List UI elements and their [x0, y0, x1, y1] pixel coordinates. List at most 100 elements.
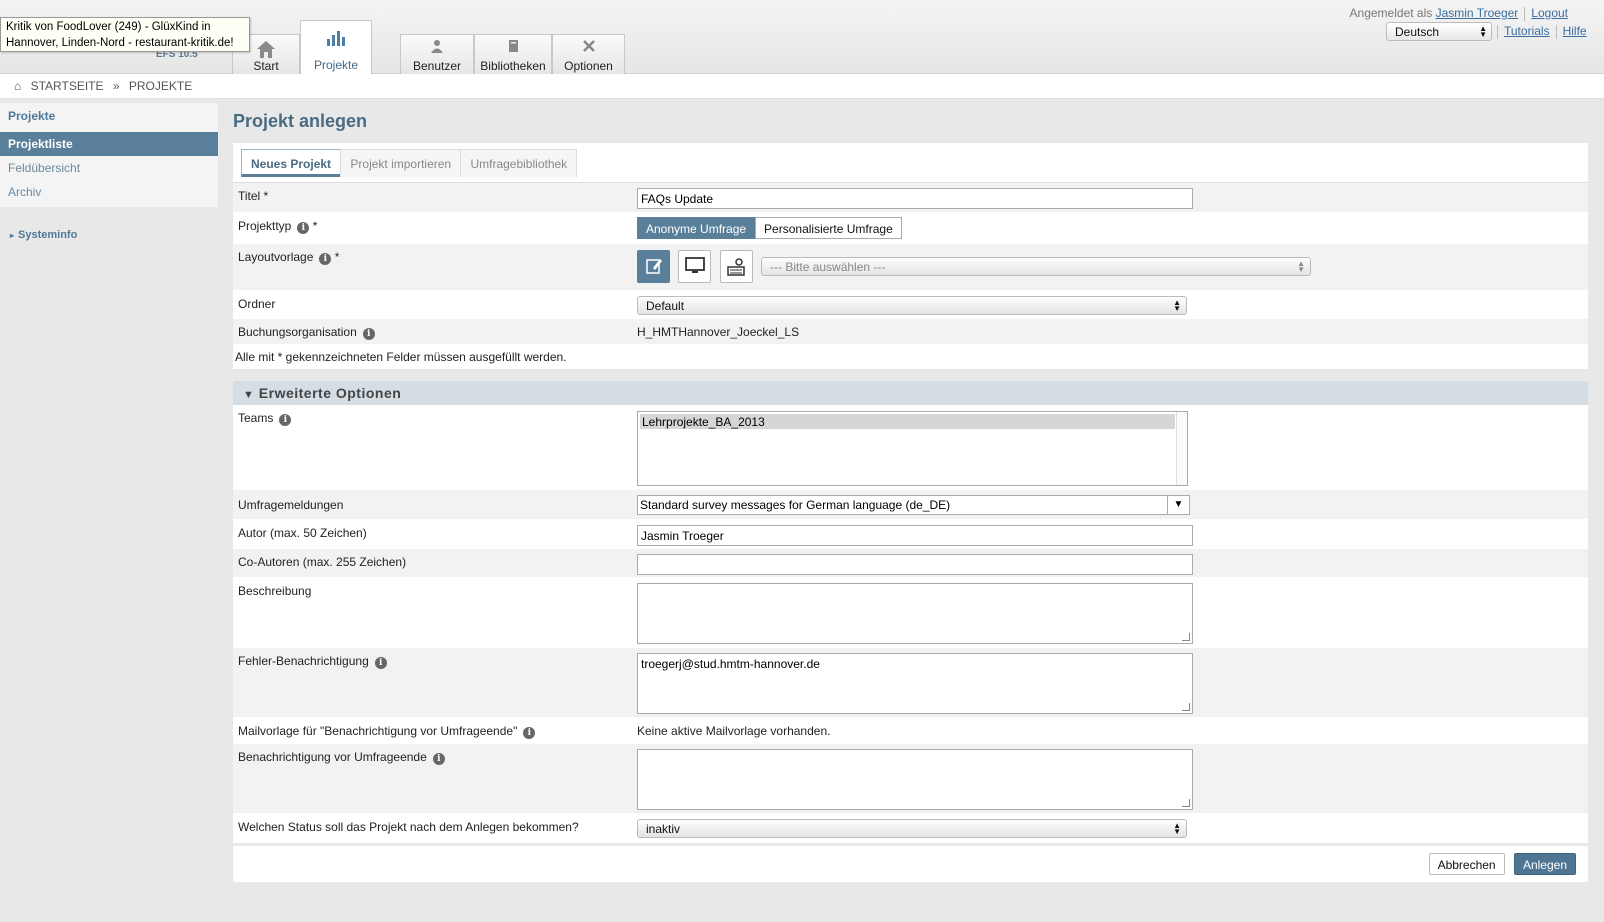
layout-select[interactable]: --- Bitte auswählen --- ▲ ▼ [761, 257, 1312, 276]
browser-tooltip: Kritik von FoodLover (249) - GlüxKind in… [0, 17, 250, 52]
row-fehler: Fehler-Benachrichtigung i troegerj@stud.h… [233, 648, 1588, 718]
titel-label: Titel * [238, 189, 269, 203]
info-icon[interactable]: i [523, 727, 536, 739]
main-content: Projekt anlegen Neues Projekt Projekt im… [233, 103, 1588, 882]
tab-umfragebibliothek[interactable]: Umfragebibliothek [460, 149, 578, 177]
benachr-textarea[interactable] [637, 749, 1193, 810]
nav-tab-start-label: Start [253, 59, 279, 73]
nav-tab-projekte[interactable]: Projekte [300, 20, 372, 75]
status-value: inaktiv [646, 822, 681, 836]
sidebar-heading[interactable]: Projekte [0, 103, 218, 132]
systeminfo-label: Systeminfo [18, 229, 78, 241]
row-status: Welchen Status soll das Projekt nach dem… [233, 814, 1588, 843]
row-benachrichtigung: Benachrichtigung vor Umfrageende i [233, 744, 1588, 814]
ordner-value: Default [646, 299, 685, 313]
top-header: Kritik von FoodLover (249) - GlüxKind in… [0, 0, 1604, 75]
chevron-down-icon: ▼ [1167, 496, 1189, 514]
chevron-right-icon: ▸ [10, 231, 15, 240]
language-value: Deutsch [1395, 25, 1440, 39]
bar-chart-icon [301, 21, 371, 58]
tab-projekt-importieren[interactable]: Projekt importieren [340, 149, 462, 177]
breadcrumb-separator: » [112, 79, 120, 93]
sidebar-item-projektliste[interactable]: Projektliste [0, 132, 218, 156]
nav-tab-projekte-label: Projekte [313, 58, 359, 72]
ordner-select[interactable]: Default ▲ ▼ [637, 296, 1187, 315]
home-icon: ⌂ [14, 79, 22, 93]
info-icon[interactable]: i [319, 253, 332, 265]
projekttyp-toggle: Anonyme Umfrage Personalisierte Umfrage [637, 217, 902, 239]
info-icon[interactable]: i [362, 328, 375, 340]
project-tabs: Neues Projekt Projekt importieren Umfrag… [233, 143, 1588, 183]
beschreibung-label: Beschreibung [238, 584, 312, 598]
breadcrumb-home[interactable]: STARTSEITE [31, 79, 104, 93]
resize-grip-icon[interactable] [1182, 799, 1190, 807]
titel-input[interactable]: FAQs Update [637, 188, 1193, 209]
info-icon[interactable]: i [297, 222, 310, 234]
sidebar-item-felduebersicht[interactable]: Feldübersicht [0, 156, 218, 180]
resize-grip-icon[interactable] [1182, 703, 1190, 711]
row-beschreibung: Beschreibung [233, 578, 1588, 648]
mailvorlage-label: Mailvorlage für "Benachrichtigung vor Um… [238, 724, 536, 739]
cancel-button[interactable]: Abbrechen [1428, 853, 1505, 875]
language-select[interactable]: Deutsch ▲ ▼ [1386, 22, 1492, 41]
row-autor: Autor (max. 50 Zeichen) Jasmin Troeger [233, 520, 1588, 549]
library-icon [475, 35, 551, 59]
umfrage-value: Standard survey messages for German lang… [640, 498, 951, 512]
beschreibung-textarea[interactable] [637, 583, 1193, 644]
teams-option-selected[interactable]: Lehrprojekte_BA_2013 [640, 414, 1175, 429]
advanced-options-title: Erweiterte Optionen [258, 385, 402, 401]
tutorials-link[interactable]: Tutorials [1504, 24, 1550, 38]
projekttyp-anonym[interactable]: Anonyme Umfrage [637, 217, 756, 239]
nav-tab-optionen[interactable]: Optionen [552, 34, 625, 74]
fehler-label: Fehler-Benachrichtigung i [238, 654, 387, 669]
nav-tab-bibliotheken-label: Bibliotheken [480, 59, 546, 73]
layout-desktop-icon[interactable] [678, 250, 712, 283]
page-title: Projekt anlegen [233, 111, 368, 131]
sidebar: Projekte Projektliste Feldübersicht Arch… [0, 103, 218, 207]
row-titel: Titel * FAQs Update [233, 183, 1588, 213]
row-coautoren: Co-Autoren (max. 255 Zeichen) [233, 549, 1588, 578]
resize-grip-icon[interactable] [1182, 633, 1190, 641]
help-link[interactable]: Hilfe [1563, 24, 1587, 38]
projekttyp-label: Projekttyp i * [238, 219, 318, 234]
help-links: Tutorials Hilfe [1497, 24, 1587, 39]
row-mailvorlage: Mailvorlage für "Benachrichtigung vor Um… [233, 718, 1588, 744]
row-umfragemeldungen: Umfragemeldungen Standard survey message… [233, 490, 1588, 520]
teams-listbox[interactable]: Lehrprojekte_BA_2013 [637, 411, 1188, 486]
select-arrows-icon: ▲ ▼ [1479, 24, 1487, 39]
projekttyp-personalisiert[interactable]: Personalisierte Umfrage [755, 217, 902, 239]
autor-input[interactable]: Jasmin Troeger [637, 525, 1193, 546]
autor-label: Autor (max. 50 Zeichen) [238, 526, 367, 540]
sidebar-item-archiv[interactable]: Archiv [0, 180, 218, 204]
tools-icon [553, 35, 624, 59]
nav-tab-bibliotheken[interactable]: Bibliotheken [474, 34, 552, 74]
status-select[interactable]: inaktiv ▲ ▼ [637, 819, 1187, 838]
layout-controls: --- Bitte auswählen --- ▲ ▼ [637, 250, 1312, 283]
sidebar-systeminfo[interactable]: ▸ Systeminfo [10, 229, 77, 241]
fehler-value: troegerj@stud.hmtm-hannover.de [641, 657, 820, 671]
teams-label: Teams i [238, 411, 292, 426]
nav-tab-benutzer[interactable]: Benutzer [400, 34, 474, 74]
scrollbar[interactable] [1176, 412, 1187, 485]
fehler-textarea[interactable]: troegerj@stud.hmtm-hannover.de [637, 653, 1193, 714]
advanced-options-header[interactable]: ▼ Erweiterte Optionen [233, 381, 1588, 405]
tab-neues-projekt[interactable]: Neues Projekt [241, 149, 342, 177]
info-icon[interactable]: i [374, 657, 387, 669]
user-name-link[interactable]: Jasmin Troeger [1436, 6, 1519, 20]
create-button[interactable]: Anlegen [1513, 853, 1576, 875]
coautoren-input[interactable] [637, 554, 1193, 575]
benachr-label: Benachrichtigung vor Umfrageende i [238, 750, 445, 765]
layout-edit-icon[interactable] [637, 250, 670, 283]
coautoren-label: Co-Autoren (max. 255 Zeichen) [238, 555, 407, 569]
chevron-down-icon: ▼ [243, 389, 255, 401]
mailvorlage-value: Keine aktive Mailvorlage vorhanden. [637, 724, 831, 738]
logout-link[interactable]: Logout [1531, 6, 1568, 20]
form-buttons: Abbrechen Anlegen [1428, 853, 1576, 875]
user-icon [401, 35, 473, 59]
layout-library-icon[interactable] [719, 250, 753, 283]
info-icon[interactable]: i [279, 414, 292, 426]
buchung-label: Buchungsorganisation i [238, 325, 375, 340]
status-label: Welchen Status soll das Projekt nach dem… [238, 820, 579, 834]
info-icon[interactable]: i [432, 753, 445, 765]
umfrage-select[interactable]: Standard survey messages for German lang… [637, 495, 1190, 515]
